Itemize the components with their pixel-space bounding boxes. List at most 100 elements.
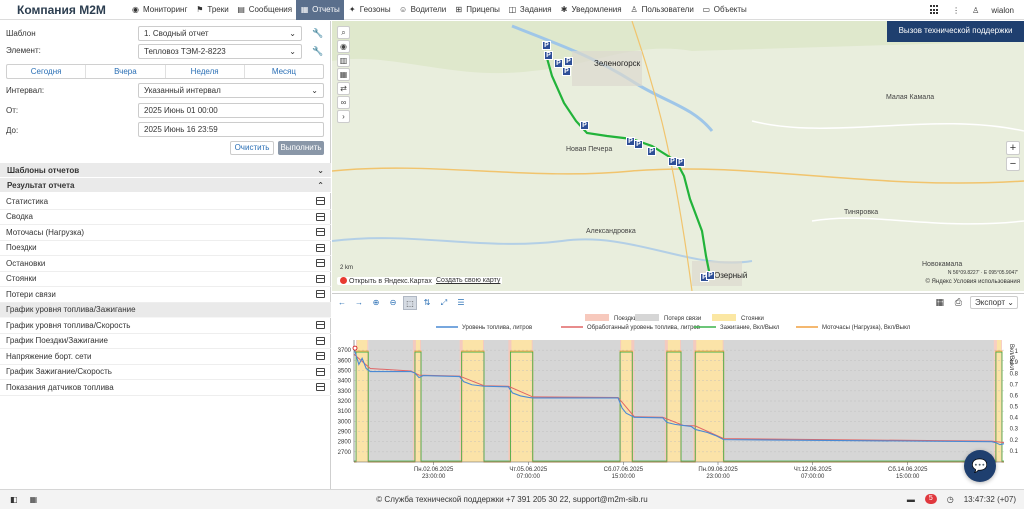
- result-item[interactable]: Остановки: [0, 256, 331, 272]
- parking-marker[interactable]: P: [647, 147, 656, 156]
- map-view[interactable]: ⌕ ◉ ▥ ▦ ⇄ ∞ › Вызов технической поддержк…: [332, 21, 1024, 291]
- result-item[interactable]: График уровня топлива/Скорость: [0, 318, 331, 334]
- create-map-link[interactable]: Создать свою карту: [434, 277, 503, 284]
- zoom-out-button[interactable]: −: [1006, 157, 1020, 171]
- parking-marker[interactable]: P: [542, 41, 551, 50]
- clear-button[interactable]: Очистить: [230, 141, 274, 155]
- map-copyright[interactable]: © Яндекс Условия использования: [925, 279, 1020, 285]
- table-view-icon[interactable]: [316, 352, 325, 361]
- table-view-icon[interactable]: [316, 336, 325, 345]
- parking-marker[interactable]: P: [706, 271, 715, 280]
- zoom-out-icon[interactable]: ⊖: [386, 296, 400, 310]
- result-item[interactable]: Статистика: [0, 194, 331, 210]
- period-tab[interactable]: Сегодня: [7, 65, 87, 78]
- template-select[interactable]: 1. Сводный отчет ⌄: [138, 26, 302, 41]
- more-menu-icon[interactable]: ⋮: [952, 6, 960, 15]
- table-view-icon[interactable]: [316, 367, 325, 376]
- menu-item[interactable]: ⚑ Треки: [191, 0, 232, 20]
- menu-item[interactable]: ▤ Сообщения: [233, 0, 296, 20]
- map-label-city: Озерный: [714, 271, 748, 280]
- username[interactable]: wialon: [991, 6, 1014, 15]
- menu-item[interactable]: ◉ Мониторинг: [127, 0, 191, 20]
- table-view-icon[interactable]: [316, 290, 325, 299]
- result-item[interactable]: График уровня топлива/Зажигание: [0, 302, 331, 318]
- result-item[interactable]: Потери связи: [0, 287, 331, 303]
- templates-section[interactable]: Шаблоны отчетов ⌄: [0, 163, 331, 178]
- menu-item[interactable]: ☺ Водители: [395, 0, 451, 20]
- element-settings-icon[interactable]: 🔧: [312, 46, 323, 57]
- result-section[interactable]: Результат отчета ⌃: [0, 178, 331, 193]
- start-marker: [352, 345, 358, 351]
- result-item[interactable]: Моточасы (Нагрузка): [0, 225, 331, 241]
- from-date-input[interactable]: 2025 Июнь 01 00:00: [138, 103, 324, 118]
- select-zoom-icon[interactable]: ⬚: [403, 295, 417, 310]
- measure-icon[interactable]: ∞: [337, 96, 350, 109]
- y-tick-label: 2900: [338, 430, 352, 436]
- parking-marker[interactable]: P: [562, 67, 571, 76]
- result-item[interactable]: График Поездки/Зажигание: [0, 334, 331, 349]
- table-view-icon[interactable]: [316, 197, 325, 206]
- menu-item[interactable]: ✱ Уведомления: [556, 0, 626, 20]
- calendar-export-icon[interactable]: ▦: [935, 297, 944, 308]
- result-item[interactable]: Напряжение борт. сети: [0, 349, 331, 365]
- arrow-right-icon[interactable]: →: [352, 296, 366, 310]
- parking-marker[interactable]: P: [676, 158, 685, 167]
- menu-item[interactable]: ♙ Пользователи: [626, 0, 698, 20]
- list-icon[interactable]: ☰: [454, 296, 468, 310]
- to-label: До:: [6, 126, 19, 135]
- axis-scale-icon[interactable]: ⇅: [420, 296, 434, 310]
- brand-logo[interactable]: Компания M2M: [0, 3, 127, 17]
- export-select[interactable]: Экспорт ⌄: [970, 296, 1018, 309]
- interval-select[interactable]: Указанный интервал ⌄: [138, 83, 324, 98]
- table-view-icon[interactable]: [316, 259, 325, 268]
- expand-icon[interactable]: ›: [337, 110, 350, 123]
- menu-item[interactable]: ⊞ Прицепы: [450, 0, 504, 20]
- table-view-icon[interactable]: [316, 212, 325, 221]
- template-settings-icon[interactable]: 🔧: [312, 28, 323, 39]
- fit-icon[interactable]: ⤢: [437, 296, 451, 310]
- print-icon[interactable]: ⎙: [955, 297, 962, 308]
- element-select[interactable]: Тепловоз ТЭМ-2-8223 ⌄: [138, 44, 302, 59]
- map-label-city: Зеленогорск: [594, 59, 641, 68]
- table-view-icon[interactable]: [316, 243, 325, 252]
- eye-icon[interactable]: ◉: [337, 40, 350, 53]
- notification-count[interactable]: 5: [924, 494, 937, 504]
- chat-button[interactable]: 💬: [964, 450, 996, 482]
- result-item[interactable]: Показания датчиков топлива: [0, 380, 331, 396]
- period-tab[interactable]: Месяц: [245, 65, 323, 78]
- apps-grid-icon[interactable]: [930, 5, 940, 15]
- result-item[interactable]: Стоянки: [0, 272, 331, 287]
- table-view-icon[interactable]: [316, 228, 325, 237]
- arrow-left-icon[interactable]: ←: [335, 296, 349, 310]
- table-view-icon[interactable]: [316, 274, 325, 283]
- support-button[interactable]: Вызов технической поддержки: [887, 21, 1024, 42]
- period-tab[interactable]: Неделя: [166, 65, 245, 78]
- menu-item[interactable]: ✦ Геозоны: [344, 0, 395, 20]
- parking-marker[interactable]: P: [564, 57, 573, 66]
- search-icon[interactable]: ⌕: [337, 26, 350, 39]
- menu-item[interactable]: ◫ Задания: [504, 0, 556, 20]
- zoom-in-button[interactable]: +: [1006, 141, 1020, 155]
- fuel-chart[interactable]: Поездки Потеря связи Стоянки Уровень топлив…: [332, 312, 1024, 489]
- to-date-input[interactable]: 2025 Июнь 16 23:59: [138, 122, 324, 137]
- map-layers-icon[interactable]: ▥: [337, 54, 350, 67]
- parking-marker[interactable]: P: [580, 121, 589, 130]
- messages-icon[interactable]: ▬: [907, 495, 915, 504]
- table-view-icon[interactable]: [316, 383, 325, 392]
- route-icon[interactable]: ⇄: [337, 82, 350, 95]
- menu-item[interactable]: ▭ Объекты: [698, 0, 751, 20]
- parking-marker[interactable]: P: [634, 140, 643, 149]
- period-tab[interactable]: Вчера: [86, 65, 166, 78]
- menu-item[interactable]: ▦ Отчеты: [296, 0, 344, 20]
- result-item[interactable]: Поездки: [0, 241, 331, 256]
- run-button[interactable]: Выполнить: [278, 141, 324, 155]
- result-item[interactable]: График Зажигание/Скорость: [0, 365, 331, 380]
- zoom-in-icon[interactable]: ⊕: [369, 296, 383, 310]
- calendar-icon[interactable]: ▦: [337, 68, 350, 81]
- result-item[interactable]: Сводка: [0, 210, 331, 225]
- user-icon[interactable]: ♙: [972, 6, 979, 15]
- parking-marker[interactable]: P: [544, 51, 553, 60]
- table-view-icon[interactable]: [316, 321, 325, 330]
- open-yandex-link[interactable]: Открыть в Яндекс.Картах: [337, 277, 435, 285]
- result-item-label: Моточасы (Нагрузка): [6, 227, 85, 237]
